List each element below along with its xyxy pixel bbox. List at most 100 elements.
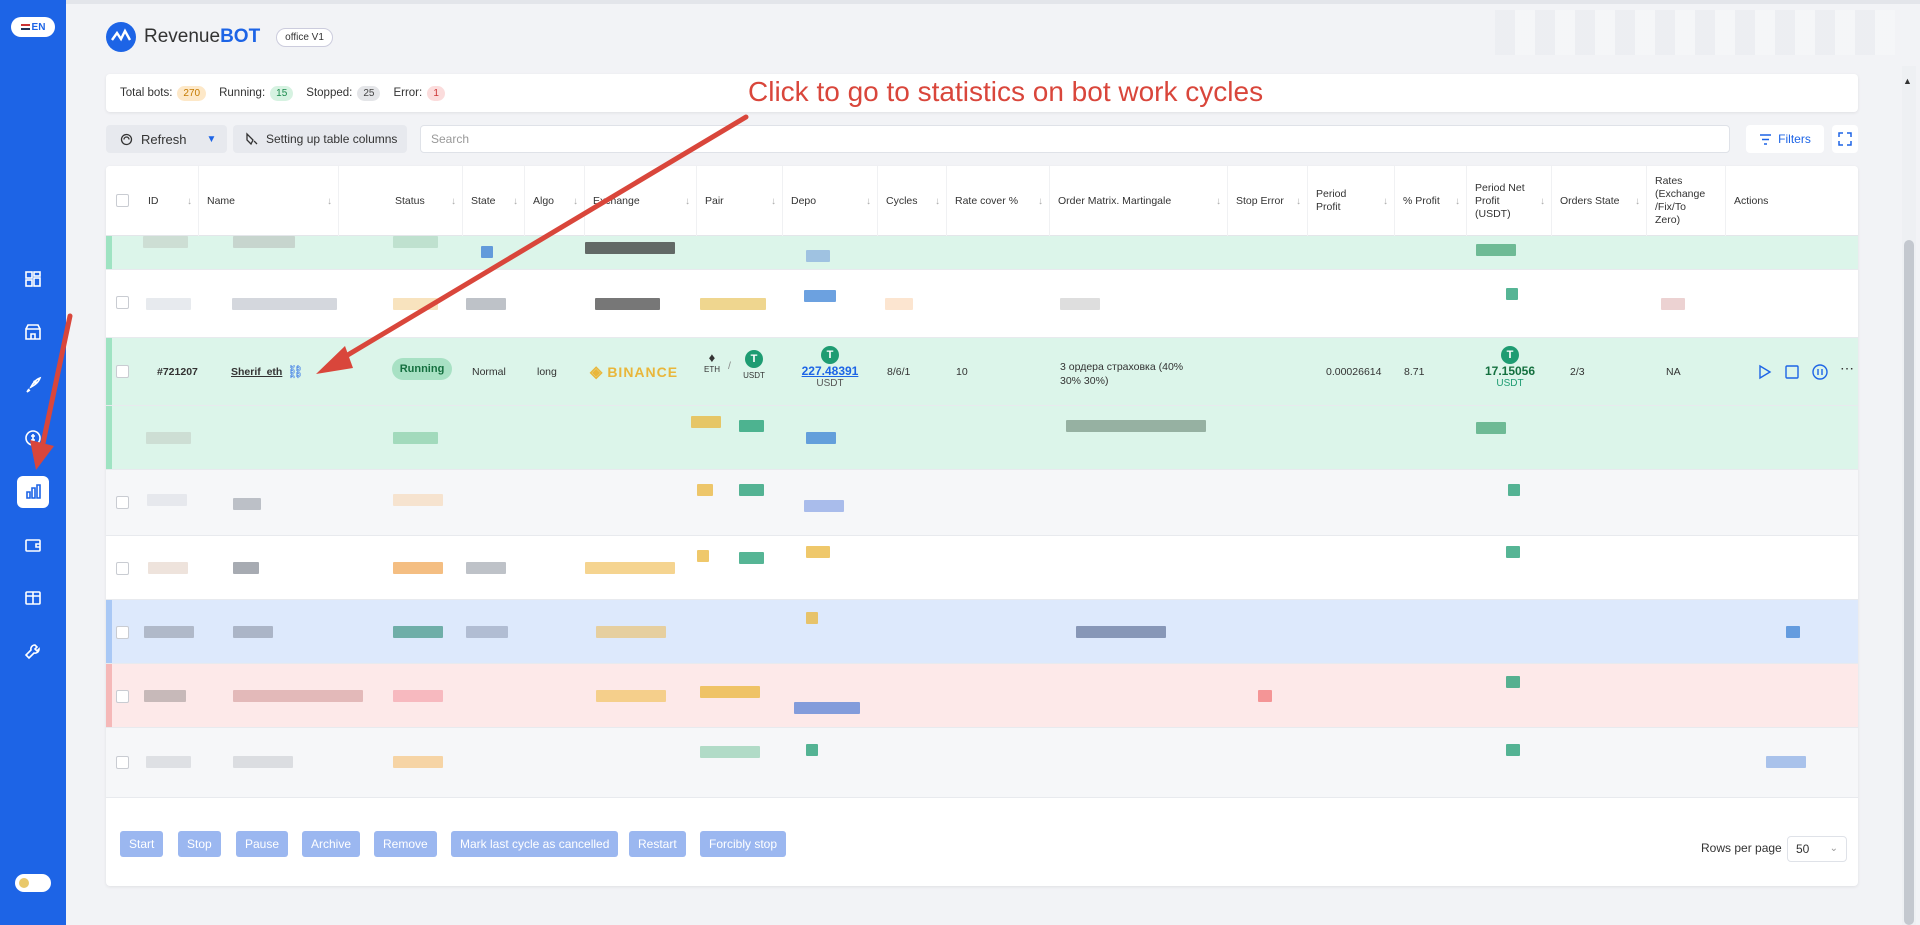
mark-cancelled-button[interactable]: Mark last cycle as cancelled	[451, 831, 619, 857]
logo-icon	[106, 22, 136, 52]
archive-button[interactable]: Archive	[302, 831, 361, 857]
stopped-label: Stopped:	[306, 87, 353, 99]
column-header: Actions	[1734, 194, 1769, 207]
coin-icon[interactable]	[17, 422, 49, 454]
annotation-text: Click to go to statistics on bot work cy…	[748, 76, 1264, 107]
stop-icon[interactable]	[1784, 364, 1800, 380]
table-row[interactable]	[106, 236, 1858, 270]
exchange-logo: ◈ BINANCE	[590, 364, 679, 381]
brand-name: RevenueBOT	[144, 26, 261, 47]
logo[interactable]: RevenueBOT office V1	[106, 22, 333, 52]
table-row[interactable]	[106, 470, 1858, 536]
remove-button[interactable]: Remove	[374, 831, 437, 857]
column-header[interactable]: Algo ↓	[525, 166, 585, 236]
row-checkbox[interactable]	[116, 365, 129, 378]
column-header[interactable]: % Profit ↓	[1395, 166, 1467, 236]
refresh-button[interactable]: Refresh ▼	[106, 125, 227, 153]
net-profit-cell: T 17.15056 USDT	[1480, 346, 1540, 389]
depo-value: 227.48391	[801, 364, 859, 378]
rows-per-page-label: Rows per page	[1701, 841, 1782, 855]
rows-per-page-select[interactable]: 50 ⌄	[1787, 836, 1847, 862]
column-header[interactable]: Rates (Exchange /Fix/To Zero)	[1647, 166, 1726, 236]
store-icon[interactable]	[17, 316, 49, 348]
rocket-icon[interactable]	[17, 369, 49, 401]
filters-button[interactable]: Filters	[1746, 125, 1824, 153]
table-row[interactable]	[106, 664, 1858, 728]
stopped-count: 25	[357, 85, 381, 101]
rate-cover-value: 10	[956, 366, 968, 378]
top-border	[66, 0, 1920, 4]
fullscreen-icon	[1838, 132, 1852, 146]
usdt-coin: T USDT	[739, 350, 769, 380]
column-header[interactable]: State ↓	[463, 166, 525, 236]
filter-icon	[1760, 133, 1772, 145]
column-header[interactable]: Pair ↓	[697, 166, 783, 236]
language-switch[interactable]: EN	[11, 17, 55, 37]
column-header[interactable]: Name ↓	[199, 166, 339, 236]
theme-toggle[interactable]	[15, 874, 51, 892]
table-row[interactable]	[106, 728, 1858, 798]
eth-coin: ♦ ETH	[704, 350, 720, 374]
table-row[interactable]	[106, 536, 1858, 600]
column-header[interactable]: ID ↓	[140, 166, 199, 236]
column-header[interactable]: Exchange ↓	[585, 166, 697, 236]
statistics-icon[interactable]	[17, 476, 49, 508]
more-icon[interactable]: ⋯	[1840, 360, 1854, 377]
user-info-redacted	[1495, 10, 1895, 55]
column-header[interactable]: Cycles ↓	[878, 166, 947, 236]
orders-state-value: 2/3	[1570, 366, 1585, 378]
play-icon[interactable]	[1756, 364, 1772, 380]
fullscreen-button[interactable]	[1832, 125, 1858, 153]
column-header[interactable]: Period Net Profit (USDT) ↓	[1467, 166, 1552, 236]
table-row-featured[interactable]: #721207 Sherif_eth ⛓ Running Normal long…	[106, 338, 1858, 406]
percent-profit-value: 8.71	[1404, 366, 1425, 378]
chevron-down-icon[interactable]: ▼	[207, 134, 217, 145]
dashboard-icon[interactable]	[17, 263, 49, 295]
period-profit-value: 0.00026614	[1326, 366, 1382, 378]
column-header[interactable]: Depo ↓	[783, 166, 878, 236]
uk-flag-icon	[20, 24, 30, 30]
order-matrix-value: 3 ордера страховка (40% 30% 30%)	[1060, 361, 1184, 387]
restart-button[interactable]: Restart	[629, 831, 686, 857]
scroll-up-icon[interactable]: ▲	[1903, 76, 1912, 86]
algo-value: long	[537, 366, 557, 378]
language-label: EN	[31, 21, 46, 33]
bots-table: ID ↓ Name ↓ Status ↓ State ↓ Algo ↓ Exchange ↓…	[106, 166, 1858, 886]
table-row[interactable]	[106, 600, 1858, 664]
scrollbar-thumb[interactable]	[1904, 240, 1914, 925]
column-header[interactable]: Rate cover % ↓	[947, 166, 1050, 236]
column-header[interactable]: Period Profit ↓	[1308, 166, 1395, 236]
table-columns-button[interactable]: Setting up table columns	[233, 125, 407, 153]
cycles-value: 8/6/1	[887, 366, 911, 378]
table-row[interactable]	[106, 270, 1858, 338]
chevron-down-icon: ⌄	[1829, 843, 1838, 854]
running-label: Running:	[219, 87, 266, 99]
table-row[interactable]	[106, 406, 1858, 470]
wrench-icon[interactable]	[17, 635, 49, 667]
column-header[interactable]: Orders State ↓	[1552, 166, 1647, 236]
layout-icon[interactable]	[17, 582, 49, 614]
select-all-checkbox[interactable]	[116, 194, 129, 207]
sidebar: EN	[0, 0, 66, 925]
filters-label: Filters	[1778, 132, 1811, 146]
wallet-icon[interactable]	[17, 529, 49, 561]
pause-icon[interactable]	[1812, 364, 1828, 380]
columns-settings-icon	[246, 132, 258, 146]
column-header[interactable]: Status ↓	[387, 166, 463, 236]
total-label: Total bots:	[120, 87, 173, 99]
column-header[interactable]: Order Matrix. Martingale ↓	[1050, 166, 1228, 236]
total-count: 270	[177, 85, 207, 101]
pair-separator: /	[728, 360, 731, 372]
error-label: Error:	[393, 87, 423, 99]
search-input[interactable]	[420, 125, 1730, 153]
depo-cell[interactable]: T 227.48391 USDT	[794, 346, 866, 389]
column-header[interactable]: Stop Error ↓	[1228, 166, 1308, 236]
bot-name-link[interactable]: Sherif_eth	[231, 366, 282, 378]
office-badge[interactable]: office V1	[276, 27, 333, 47]
pause-button[interactable]: Pause	[236, 831, 289, 857]
table-header: ID ↓ Name ↓ Status ↓ State ↓ Algo ↓ Exchange ↓…	[106, 166, 1858, 236]
forcibly-stop-button[interactable]: Forcibly stop	[700, 831, 787, 857]
stop-button[interactable]: Stop	[178, 831, 221, 857]
start-button[interactable]: Start	[120, 831, 164, 857]
link-icon[interactable]: ⛓	[287, 364, 304, 380]
